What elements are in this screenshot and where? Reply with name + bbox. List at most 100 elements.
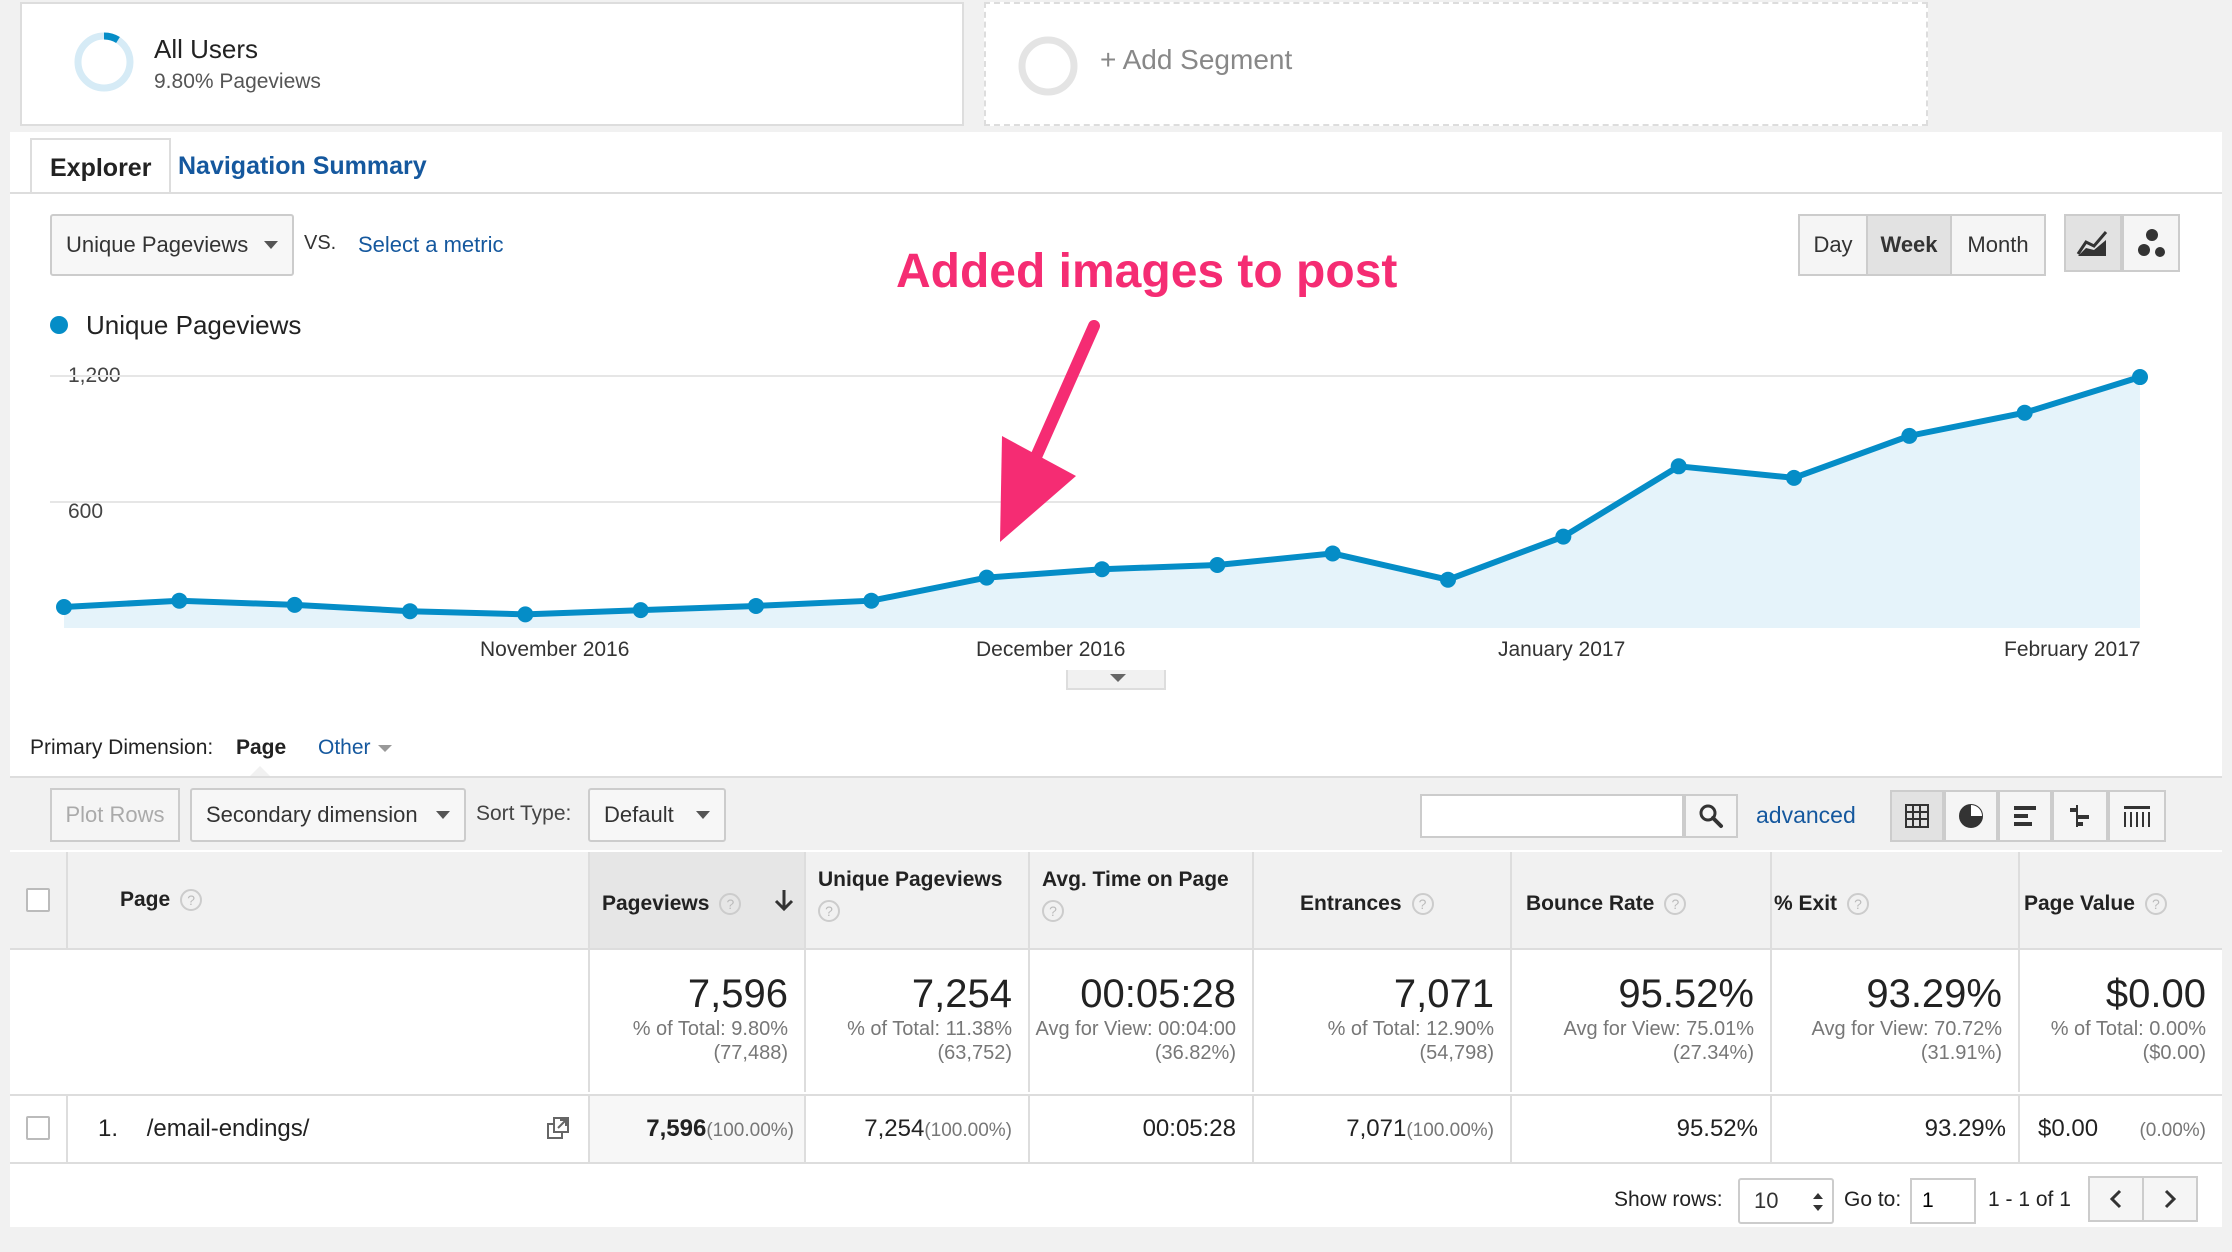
data-point[interactable] [1786,469,1802,486]
dimension-other[interactable]: Other [318,736,371,760]
dimension-pointer [250,766,270,776]
row-entrances-pct: (100.00%) [1406,1120,1494,1141]
row-exit-value: 93.29% [1924,1115,2006,1142]
help-icon[interactable]: ? [1411,893,1434,916]
select-all-checkbox[interactable] [26,888,50,912]
data-point[interactable] [402,603,418,620]
xtick-dec: December 2016 [976,638,1126,661]
week-button[interactable]: Week [1866,214,1952,276]
sort-type-select[interactable]: Default [588,788,726,842]
data-point[interactable] [1901,427,1918,444]
header-avg-time[interactable]: Avg. Time on Page? [1030,852,1254,948]
help-icon[interactable]: ? [2144,893,2167,916]
row-pageviews-pct: (100.00%) [706,1120,794,1141]
add-segment-button[interactable]: + Add Segment [984,2,1928,126]
bar-chart-icon[interactable] [1998,790,2052,842]
table-row-exit: 93.29% [1772,1094,2020,1162]
table-row-bounce: 95.52% [1512,1094,1772,1162]
header-avg-time-label: Avg. Time on Page [1042,868,1229,891]
data-point[interactable] [517,606,534,623]
motion-chart-icon[interactable] [2122,214,2180,272]
row-unique-value: 7,254 [864,1115,925,1142]
data-point[interactable] [1324,545,1341,562]
help-icon[interactable]: ? [180,889,203,912]
data-point[interactable] [1555,528,1572,545]
previous-page-button[interactable] [2088,1176,2144,1222]
chevron-right-icon [2164,1189,2177,1209]
total-exit-pct: Avg for View: 70.72% [1811,1018,2003,1040]
total-exit-all: (31.91%) [1920,1042,2002,1064]
dimension-page[interactable]: Page [236,736,286,760]
segment-all-users[interactable]: All Users 9.80% Pageviews [20,2,964,126]
month-button[interactable]: Month [1950,214,2046,276]
day-button[interactable]: Day [1798,214,1868,276]
header-exit[interactable]: % Exit? [1772,852,2020,948]
total-page-value-pct: % of Total: 0.00% [2050,1018,2206,1040]
data-point[interactable] [1209,557,1226,573]
next-page-button[interactable] [2142,1176,2198,1222]
plot-rows-button[interactable]: Plot Rows [50,788,180,842]
row-pageviews-value: 7,596 [646,1115,707,1142]
total-pageviews: 7,596 % of Total: 9.80% (77,488) [590,948,806,1092]
total-bounce-all: (27.34%) [1672,1042,1754,1064]
data-point[interactable] [1440,571,1456,588]
data-table-icon[interactable] [1890,790,1944,842]
data-point[interactable] [632,602,649,619]
data-point[interactable] [171,592,188,609]
total-bounce: 95.52% Avg for View: 75.01% (27.34%) [1512,948,1772,1092]
tab-explorer[interactable]: Explorer [30,138,172,194]
data-point[interactable] [863,592,880,609]
metric-select[interactable]: Unique Pageviews [50,214,294,276]
legend-label: Unique Pageviews [86,310,302,340]
goto-page-input[interactable] [1910,1178,1976,1224]
header-page-value[interactable]: Page Value? [2020,852,2222,948]
chevron-down-icon [436,811,450,819]
header-entrances[interactable]: Entrances? [1254,852,1512,948]
external-link-icon[interactable] [546,1116,572,1142]
header-unique-pageviews[interactable]: Unique Pageviews? [806,852,1030,948]
table-row-page-cell: 1. /email-endings/ [68,1094,590,1162]
line-chart-icon[interactable] [2064,214,2122,272]
help-icon[interactable]: ? [1042,900,1064,922]
comparison-icon[interactable] [2052,790,2108,842]
advanced-link[interactable]: advanced [1756,802,1856,829]
pie-chart-icon[interactable] [1944,790,1998,842]
data-point[interactable] [1094,561,1110,578]
data-point[interactable] [286,596,303,613]
data-point[interactable] [2132,369,2148,386]
chevron-down-icon [696,811,710,819]
header-bounce-rate[interactable]: Bounce Rate? [1512,852,1772,948]
help-icon[interactable]: ? [1664,893,1687,916]
search-icon[interactable] [1684,794,1738,838]
total-avg-time-value: 00:05:28 [1080,972,1236,1016]
data-point[interactable] [748,597,764,614]
row-index: 1. [98,1115,119,1142]
show-rows-select[interactable]: 10 [1738,1178,1834,1224]
help-icon[interactable]: ? [1847,893,1870,916]
select-metric-link[interactable]: Select a metric [358,232,504,258]
chart-collapse-handle[interactable] [1066,670,1166,690]
help-icon[interactable]: ? [818,900,840,922]
row-checkbox[interactable] [26,1116,50,1140]
row-page-link[interactable]: /email-endings/ [147,1115,310,1142]
data-point[interactable] [978,569,995,586]
total-unique-pct: % of Total: 11.38% [847,1018,1012,1040]
help-icon[interactable]: ? [719,893,742,916]
chevron-down-icon [378,745,392,752]
header-pageviews[interactable]: Pageviews? [590,852,806,948]
data-point[interactable] [1670,458,1687,475]
data-point[interactable] [56,599,72,615]
table-row-select-cell [10,1094,68,1162]
row-page-value-value: $0.00 [2038,1115,2099,1142]
table-search-input[interactable] [1420,794,1684,838]
header-page[interactable]: Page? [68,852,590,948]
goto-label: Go to: [1844,1188,1902,1211]
data-point[interactable] [2016,404,2033,421]
tab-navigation-summary[interactable]: Navigation Summary [160,138,445,194]
pivot-icon[interactable] [2108,790,2166,842]
secondary-dimension-select[interactable]: Secondary dimension [190,788,466,842]
total-bounce-pct: Avg for View: 75.01% [1563,1018,1755,1040]
header-pageviews-label: Pageviews [602,892,710,915]
header-bounce-label: Bounce Rate [1526,892,1655,915]
total-avg-time: 00:05:28 Avg for View: 00:04:00 (36.82%) [1030,948,1254,1092]
